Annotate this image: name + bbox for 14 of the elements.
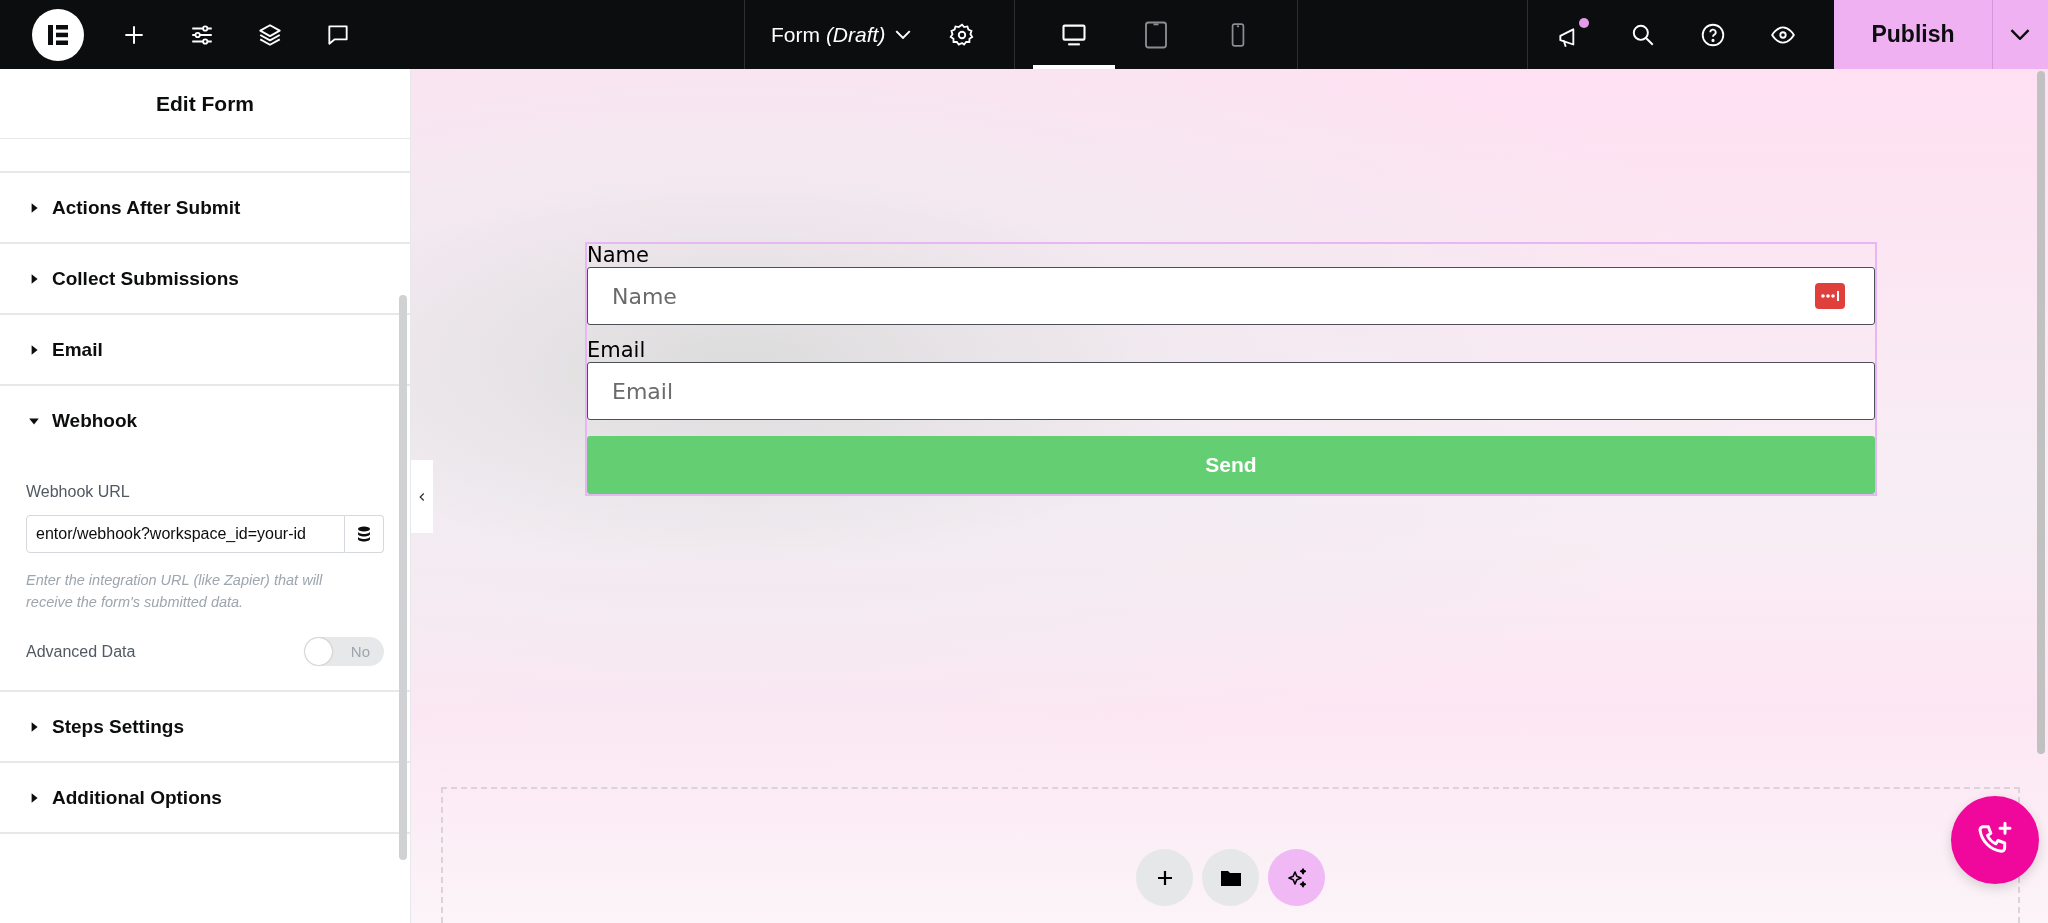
field-label: Webhook URL [26, 483, 131, 501]
panel-title: Edit Form [156, 91, 254, 116]
help-text: Enter the integration URL (like Zapier) that will receive the form's submitted data. [26, 571, 324, 612]
webhook-url-field[interactable]: entor/webhook?workspace_id=your-id [26, 515, 345, 553]
form-input-field[interactable]: Name [587, 267, 1875, 325]
form-field-label: Email [587, 339, 647, 362]
toggle-label: Advanced Data [26, 642, 136, 661]
section-header[interactable]: Webhook [0, 386, 410, 455]
publish-button[interactable]: Publish [1834, 0, 1992, 69]
form-field-label: Name [587, 244, 650, 267]
document-title[interactable]: Form (Draft) [771, 22, 886, 47]
form-widget[interactable]: Name Name Email Email Send [585, 242, 1877, 496]
form-input-field[interactable]: Email [587, 362, 1875, 420]
section-header[interactable]: Actions After Submit [0, 173, 410, 244]
